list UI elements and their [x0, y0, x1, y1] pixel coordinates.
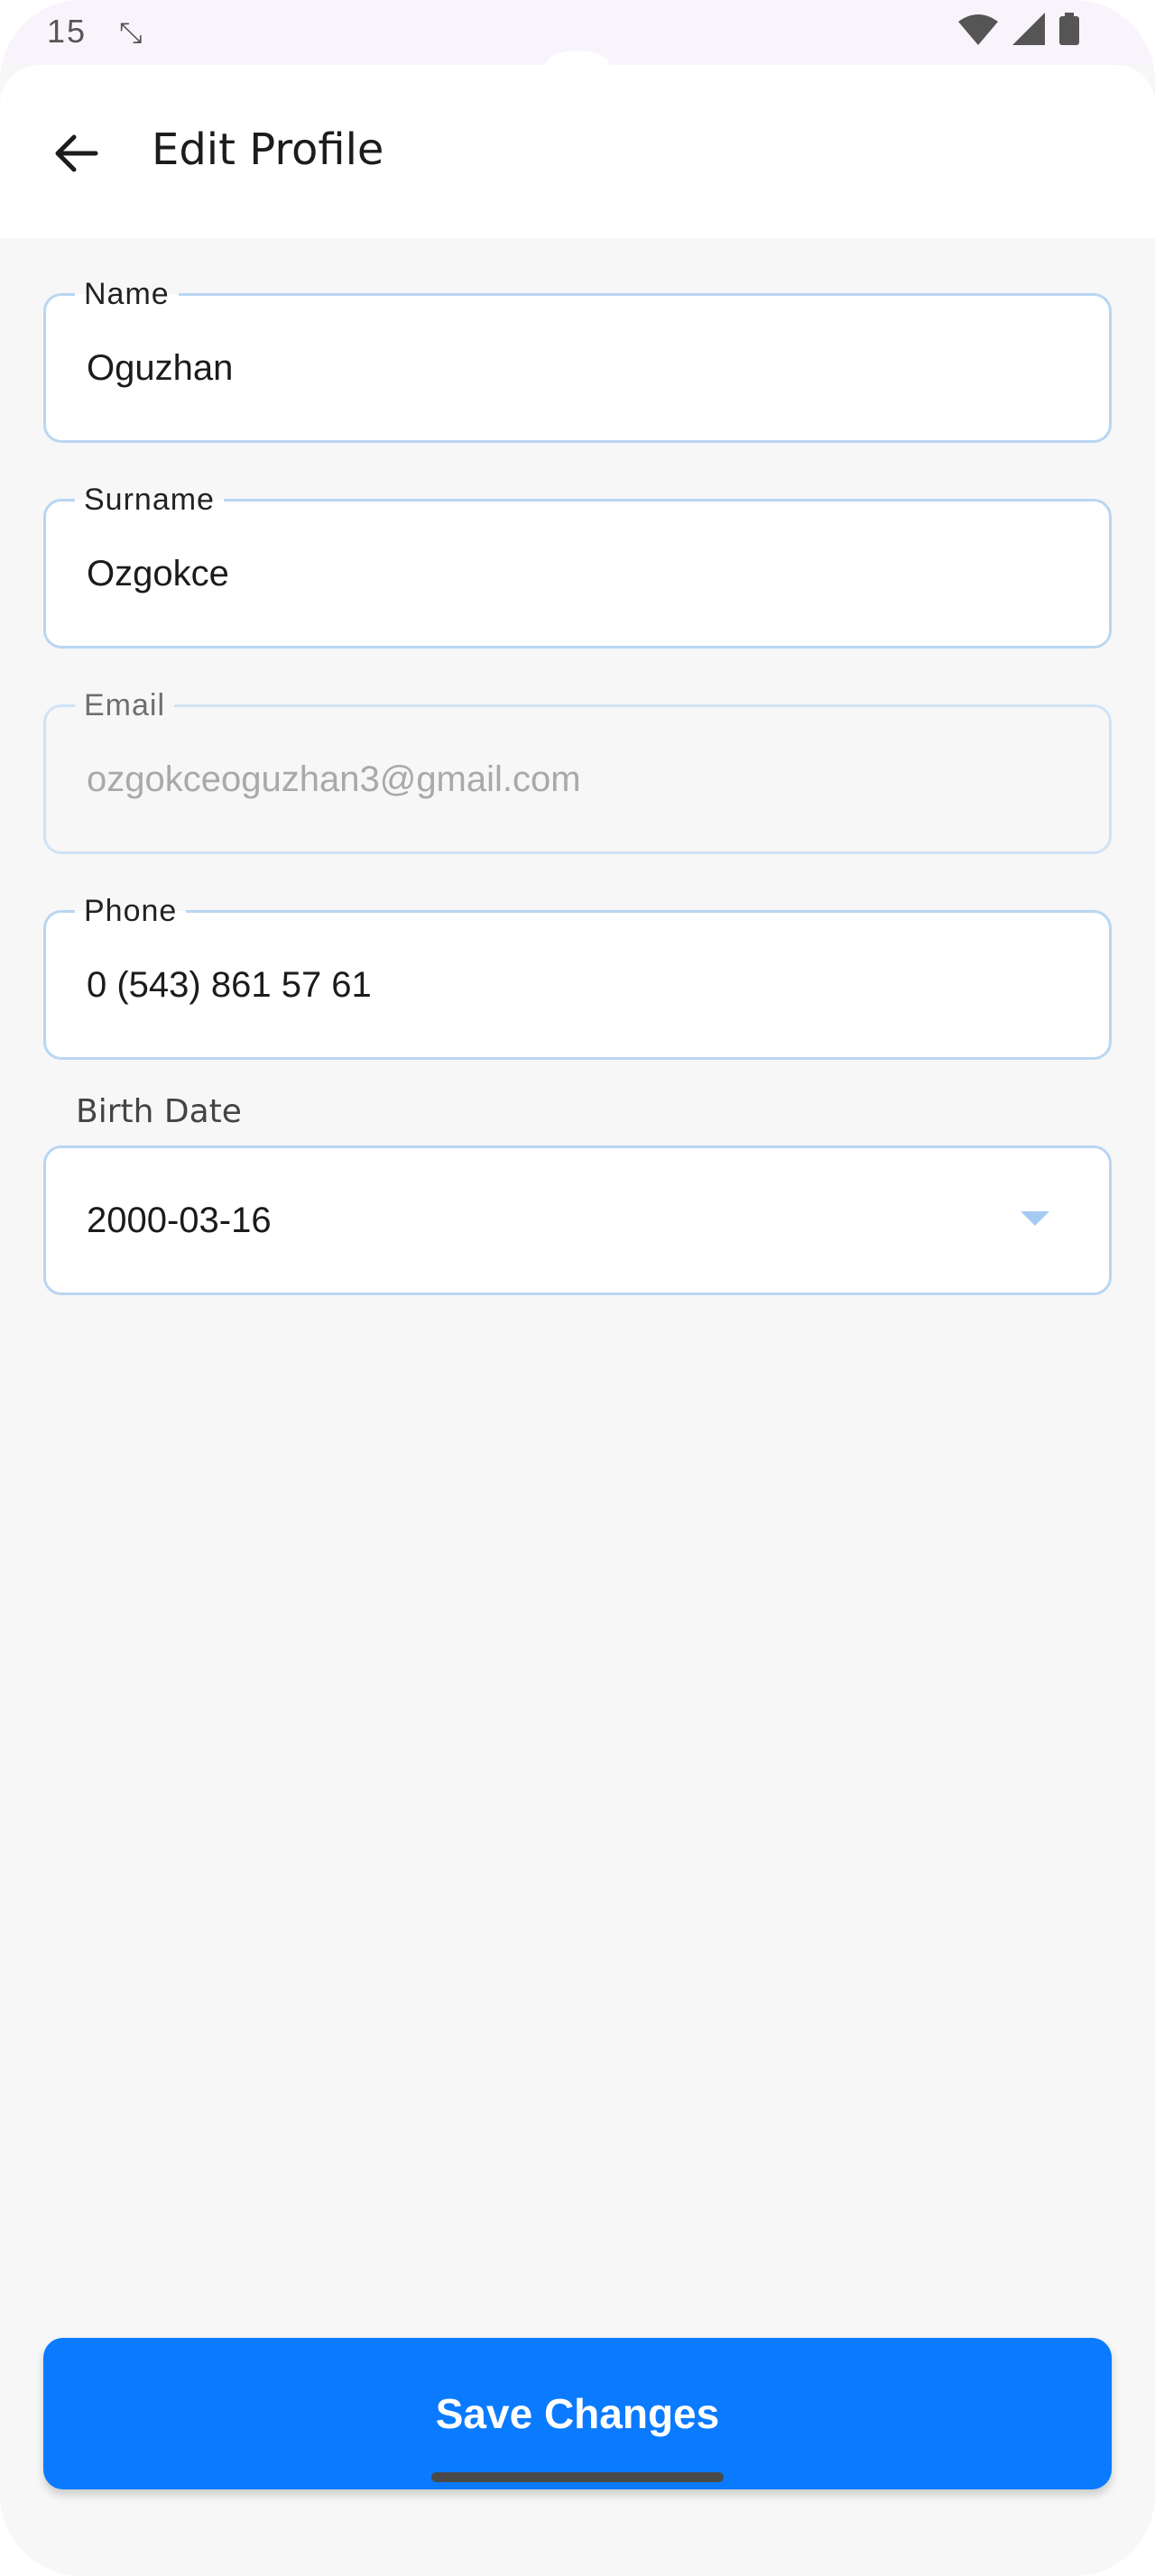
name-label: Name: [75, 274, 179, 314]
name-field[interactable]: Name: [43, 274, 1112, 443]
email-field: Email: [43, 685, 1112, 854]
compress-arrows-icon: ⤡: [119, 16, 143, 49]
camera-notch: [546, 51, 609, 79]
name-input[interactable]: [87, 343, 1073, 393]
surname-label: Surname: [75, 480, 224, 520]
page-title: Edit Profile: [152, 124, 384, 175]
phone-input[interactable]: [87, 960, 1073, 1010]
caret-down-icon: [1021, 1211, 1049, 1226]
status-icons: [958, 13, 1079, 45]
birth-date-label: Birth Date: [76, 1093, 242, 1130]
email-input: [87, 754, 1073, 805]
signal-icon: [1012, 13, 1045, 45]
wifi-icon: [958, 14, 998, 45]
birth-date-dropdown[interactable]: 2000-03-16: [43, 1145, 1112, 1295]
phone-field[interactable]: Phone: [43, 891, 1112, 1060]
home-indicator[interactable]: [431, 2472, 724, 2482]
device-frame: 15 ⤡ Edit Profile Name Oguzhan Surname O…: [0, 0, 1155, 2576]
app-screen: Edit Profile Name Surname Email Phone Bi…: [0, 51, 1155, 2576]
surname-input[interactable]: [87, 548, 1073, 599]
arrow-left-icon: [51, 128, 101, 183]
birth-date-value: 2000-03-16: [87, 1201, 272, 1240]
back-button[interactable]: [36, 115, 116, 195]
battery-icon: [1059, 13, 1079, 45]
phone-label: Phone: [75, 891, 187, 931]
status-time: 15: [47, 13, 88, 50]
app-bar: Edit Profile: [0, 51, 1155, 238]
email-label: Email: [75, 685, 175, 725]
surname-field[interactable]: Surname: [43, 480, 1112, 649]
save-changes-button[interactable]: Save Changes: [43, 2338, 1112, 2489]
